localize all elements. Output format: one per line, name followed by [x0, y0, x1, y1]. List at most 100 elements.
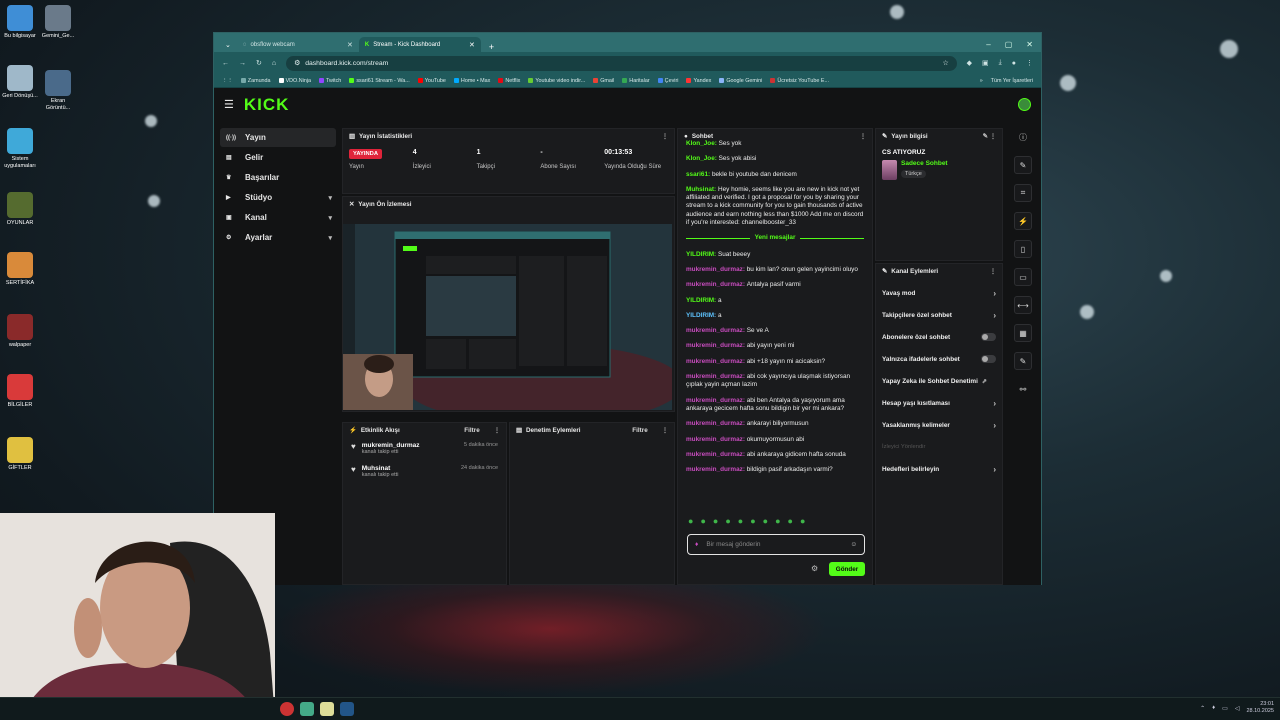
channel-action-row[interactable]: Hesap yaşı kısıtlaması ›	[876, 392, 1002, 414]
send-button[interactable]: Gönder	[829, 562, 865, 576]
tray-chevron-icon[interactable]: ⌃	[1200, 705, 1205, 712]
reload-icon[interactable]: ↻	[256, 59, 262, 67]
bookmark-item[interactable]: YouTube	[417, 78, 446, 84]
category-link[interactable]: Sadece Sohbet	[901, 160, 948, 167]
channel-action-row[interactable]: Abonelere özel sohbet	[876, 326, 1002, 348]
activity-filter-button[interactable]: Filtre	[464, 427, 479, 434]
activity-event[interactable]: ♥ mukremin_durmaz kanalı takip etti 5 dakik…	[343, 437, 506, 460]
emote-icon[interactable]: ●	[775, 516, 780, 526]
sidebar-item-stüdyo[interactable]: ▶ Stüdyo ▾	[220, 188, 336, 207]
network-icon[interactable]: ▭	[1222, 705, 1228, 712]
channel-action-row[interactable]: Takipçilere özel sohbet ›	[876, 304, 1002, 326]
emote-icon[interactable]: ●	[800, 516, 805, 526]
bookmark-item[interactable]: VDO.Ninja	[278, 78, 311, 84]
close-tab-icon[interactable]: ✕	[469, 41, 475, 49]
bookmark-item[interactable]: Ücretsiz YouTube E...	[770, 78, 829, 84]
chat-username[interactable]: ssari61	[686, 171, 708, 178]
chrome-taskbar-icon[interactable]	[280, 702, 294, 716]
toggle-switch[interactable]	[981, 355, 996, 363]
hamburger-menu-icon[interactable]: ☰	[224, 98, 234, 111]
sidebar-item-kanal[interactable]: ▣ Kanal ▾	[220, 208, 336, 227]
chat-bubble-icon[interactable]: ▭	[1014, 268, 1032, 286]
chat-username[interactable]: mukremin_durmaz	[686, 327, 743, 334]
chat-username[interactable]: Muhsinat	[686, 186, 714, 193]
new-tab-button[interactable]: +	[481, 42, 502, 52]
emote-icon[interactable]: ●	[713, 516, 718, 526]
user-avatar[interactable]	[1018, 98, 1031, 111]
bookmark-item[interactable]: Haritalar	[622, 78, 650, 84]
bookmark-item[interactable]: Netflix	[498, 78, 520, 84]
lightning-icon[interactable]: ⚡	[1014, 212, 1032, 230]
more-bookmarks-icon[interactable]: »	[980, 78, 983, 84]
maximize-icon[interactable]: ▢	[1005, 40, 1013, 49]
back-icon[interactable]: ←	[222, 60, 229, 67]
desktop-icon[interactable]: SERTİFİKA	[0, 252, 40, 287]
bookmark-item[interactable]: Youtube video indir...	[528, 78, 585, 84]
camera-icon[interactable]: ⌗	[1014, 184, 1032, 202]
chat-username[interactable]: mukremin_durmaz	[686, 420, 743, 427]
desktop-icon[interactable]: Geri Dönüşü...	[0, 65, 40, 100]
chat-settings-icon[interactable]: ⚙	[811, 564, 818, 573]
desktop-icon[interactable]: Bu bilgisayar	[0, 5, 40, 40]
puzzle-icon[interactable]: ▣	[982, 59, 989, 67]
calendar-icon[interactable]: ▦	[1014, 324, 1032, 342]
emote-icon[interactable]: ●	[763, 516, 768, 526]
kick-logo[interactable]: KICK	[244, 95, 290, 115]
apps-icon[interactable]: ⋮⋮	[222, 78, 233, 84]
emoji-icon[interactable]: ☺	[850, 541, 857, 548]
new-messages-divider[interactable]: Yeni mesajlar	[686, 234, 864, 242]
sidebar-item-gelir[interactable]: ▤ Gelir	[220, 148, 336, 167]
panel-menu-icon[interactable]: ⋮	[990, 268, 996, 275]
chat-username[interactable]: mukremin_durmaz	[686, 342, 743, 349]
chat-username[interactable]: mukremin_durmaz	[686, 436, 743, 443]
emote-icon[interactable]: ●	[700, 516, 705, 526]
edit-layout-icon[interactable]: ✎	[1014, 156, 1032, 174]
browser-menu-icon[interactable]: ⋮	[1026, 59, 1033, 67]
extension-icon[interactable]: ◆	[967, 59, 972, 67]
home-icon[interactable]: ⌂	[272, 60, 276, 67]
emote-icon[interactable]: ●	[688, 516, 693, 526]
forward-icon[interactable]: →	[239, 60, 246, 67]
desktop-icon[interactable]: Ekran Görüntü...	[38, 70, 78, 111]
media-taskbar-icon[interactable]	[300, 702, 314, 716]
moderation-filter-button[interactable]: Filtre	[632, 427, 647, 434]
notepad-taskbar-icon[interactable]	[320, 702, 334, 716]
stream-preview-video[interactable]	[343, 224, 672, 410]
bookmark-item[interactable]: Yandex	[686, 78, 711, 84]
close-window-icon[interactable]: ✕	[1026, 40, 1033, 49]
tab-obsflow[interactable]: ◌ obsflow webcam ✕	[237, 37, 359, 52]
panel-menu-icon[interactable]: ⋮	[494, 427, 500, 434]
link-icon[interactable]: ⟷	[1014, 296, 1032, 314]
bookmark-item[interactable]: Zamunda	[240, 78, 271, 84]
chat-username[interactable]: mukremin_durmaz	[686, 466, 743, 473]
channel-action-row[interactable]: Yapay Zeka ile Sohbet Denetimi ⇗	[876, 370, 1002, 392]
bookmark-item[interactable]: Twitch	[319, 78, 341, 84]
channel-action-row[interactable]: Hedefleri belirleyin ›	[876, 458, 1002, 480]
desktop-icon[interactable]: walpaper	[0, 314, 40, 349]
wrench-icon[interactable]: ✎	[1014, 352, 1032, 370]
download-icon[interactable]: ⤓	[999, 59, 1002, 67]
emote-icon[interactable]: ●	[788, 516, 793, 526]
channel-action-row[interactable]: Yavaş mod ›	[876, 282, 1002, 304]
chat-username[interactable]: mukremin_durmaz	[686, 358, 743, 365]
close-tab-icon[interactable]: ✕	[347, 41, 353, 49]
chat-username[interactable]: YILDIRIM	[686, 251, 714, 258]
tab-kick-dashboard[interactable]: K Stream - Kick Dashboard ✕	[358, 37, 481, 52]
info-icon[interactable]: ⓘ	[1014, 128, 1032, 146]
clock[interactable]: 23:01 28.10.2025	[1246, 701, 1274, 715]
panel-menu-icon[interactable]: ⋮	[662, 427, 668, 434]
activity-event[interactable]: ♥ Muhsinat kanalı takip etti 24 dakika önce	[343, 460, 506, 483]
panel-menu-icon[interactable]: ⋮	[860, 133, 866, 140]
channel-action-row[interactable]: Yalnızca ifadelerle sohbet	[876, 348, 1002, 370]
bookmark-star-icon[interactable]: ☆	[943, 59, 949, 67]
bookmark-item[interactable]: Home • Max	[453, 78, 490, 84]
channel-action-row[interactable]: Yasaklanmış kelimeler ›	[876, 414, 1002, 436]
chat-username[interactable]: mukremin_durmaz	[686, 281, 743, 288]
desktop-icon[interactable]: Gemini_Ge...	[38, 5, 78, 40]
sidebar-item-başarılar[interactable]: ♛ Başarılar	[220, 168, 336, 187]
chat-username[interactable]: YILDIRIM	[686, 312, 714, 319]
emote-icon[interactable]: ●	[750, 516, 755, 526]
sidebar-item-yayın[interactable]: ((·)) Yayın	[220, 128, 336, 147]
share-icon[interactable]: ⚯	[1014, 380, 1032, 398]
sidebar-item-ayarlar[interactable]: ⚙ Ayarlar ▾	[220, 228, 336, 247]
